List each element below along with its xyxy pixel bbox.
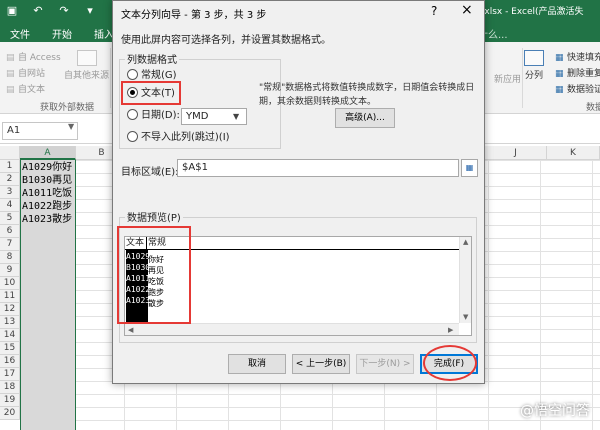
ribbon-separator: [110, 48, 111, 108]
preview-header-general[interactable]: 常规: [147, 237, 459, 249]
cell-a4[interactable]: A1022跑步: [22, 200, 72, 213]
access-icon: ▤: [6, 53, 15, 63]
split-columns-icon: [524, 50, 544, 66]
save-icon[interactable]: ▣: [4, 3, 20, 19]
data-validation-icon: ▦: [555, 85, 564, 95]
column-header-j[interactable]: J: [485, 146, 547, 160]
radio-date[interactable]: 日期(D):: [127, 108, 180, 123]
text-file-icon: ▤: [6, 85, 15, 95]
row-header[interactable]: 18: [0, 381, 20, 394]
text-to-columns-button[interactable]: 分列: [524, 50, 544, 81]
group-get-external-data: 获取外部数据: [40, 103, 95, 113]
red-highlight-box: [117, 226, 191, 324]
row-header[interactable]: 10: [0, 277, 20, 290]
row-header[interactable]: 16: [0, 355, 20, 368]
row-header[interactable]: 9: [0, 264, 20, 277]
column-header-k[interactable]: K: [547, 146, 600, 160]
row-header[interactable]: 17: [0, 368, 20, 381]
row-header[interactable]: 1: [0, 160, 20, 173]
row-header[interactable]: 19: [0, 394, 20, 407]
customize-toolbar-icon[interactable]: ▾: [82, 3, 98, 19]
dialog-description: 使用此屏内容可选择各列，并设置其数据格式。: [121, 35, 331, 46]
radio-skip-column[interactable]: 不导入此列(跳过)(I): [127, 130, 230, 145]
cell-a5[interactable]: A1023散步: [22, 213, 72, 226]
flash-fill-icon: ▦: [555, 53, 564, 63]
row-header[interactable]: 5: [0, 212, 20, 225]
web-icon: ▤: [6, 69, 15, 79]
format-note: "常规"数据格式将数值转换成数字，日期值会转换成日期，其余数据则转换成文本。: [259, 83, 475, 107]
help-icon[interactable]: ?: [431, 4, 437, 18]
redo-icon[interactable]: ↷: [56, 3, 72, 19]
tab-file[interactable]: 文件: [10, 26, 30, 41]
row-header[interactable]: 4: [0, 199, 20, 212]
red-highlight-box: [121, 81, 181, 105]
destination-label: 目标区域(E):: [121, 167, 179, 178]
dialog-title: 文本分列向导 - 第 3 步，共 3 步: [121, 10, 267, 21]
data-validation-button[interactable]: ▦ 数据验证: [555, 82, 600, 95]
tab-insert[interactable]: 插入: [94, 26, 114, 41]
group-data-tools: 数据: [586, 103, 600, 113]
row-header[interactable]: 12: [0, 303, 20, 316]
from-web-button[interactable]: ▤ 自网站: [6, 66, 45, 79]
ribbon-separator: [522, 48, 523, 108]
other-sources-icon: [76, 50, 97, 66]
watermark: @悟空问答: [520, 403, 590, 419]
preview-vertical-scrollbar[interactable]: ▲ ▼: [459, 237, 471, 323]
column-header-a[interactable]: A: [20, 146, 76, 160]
range-select-icon[interactable]: ▦: [461, 159, 478, 177]
from-access-button[interactable]: ▤ 自 Access: [6, 50, 61, 63]
radio-button-icon: [127, 130, 138, 142]
remove-duplicates-button[interactable]: ▦ 删除重复: [555, 66, 600, 79]
tab-home[interactable]: 开始: [52, 26, 72, 41]
row-header[interactable]: 6: [0, 225, 20, 238]
advanced-button[interactable]: 高级(A)...: [335, 108, 395, 128]
cell-a3[interactable]: A1011吃饭: [22, 187, 72, 200]
row-header[interactable]: 7: [0, 238, 20, 251]
name-box[interactable]: A1: [2, 122, 78, 140]
scroll-up-icon[interactable]: ▲: [463, 238, 468, 246]
row-header[interactable]: 13: [0, 316, 20, 329]
row-header[interactable]: 11: [0, 290, 20, 303]
destination-input[interactable]: $A$1: [177, 159, 459, 177]
chevron-down-icon[interactable]: ▼: [233, 108, 239, 125]
cell-a2[interactable]: B1030再见: [22, 174, 72, 187]
column-format-label: 列数据格式: [125, 51, 179, 66]
from-text-button[interactable]: ▤ 自文本: [6, 82, 45, 95]
other-sources-button[interactable]: 自其他来源: [64, 50, 109, 81]
red-highlight-ellipse: [423, 345, 477, 381]
data-preview-label: 数据预览(P): [125, 209, 183, 224]
scroll-down-icon[interactable]: ▼: [463, 313, 468, 321]
cancel-button[interactable]: 取消: [228, 354, 286, 374]
row-header[interactable]: 8: [0, 251, 20, 264]
radio-button-icon: [127, 68, 138, 80]
scroll-left-icon[interactable]: ◀: [128, 326, 133, 334]
back-button[interactable]: < 上一步(B): [292, 354, 350, 374]
row-header[interactable]: 20: [0, 407, 20, 420]
row-header[interactable]: 2: [0, 173, 20, 186]
scroll-right-icon[interactable]: ▶: [448, 326, 453, 334]
remove-duplicates-icon: ▦: [555, 69, 564, 79]
flash-fill-button[interactable]: ▦ 快速填充: [555, 50, 600, 63]
preview-horizontal-scrollbar[interactable]: ◀ ▶: [125, 323, 459, 335]
undo-icon[interactable]: ↶: [30, 3, 46, 19]
cell-a1[interactable]: A1029你好: [22, 161, 72, 174]
radio-button-icon: [127, 108, 138, 120]
select-all-corner[interactable]: [0, 146, 20, 160]
chevron-down-icon[interactable]: ▼: [68, 122, 74, 131]
row-header[interactable]: 3: [0, 186, 20, 199]
new-app-button[interactable]: 新应用: [494, 72, 521, 85]
close-icon[interactable]: ×: [461, 2, 473, 18]
row-header[interactable]: 14: [0, 329, 20, 342]
row-header[interactable]: 15: [0, 342, 20, 355]
next-button[interactable]: 下一步(N) >: [356, 354, 414, 374]
